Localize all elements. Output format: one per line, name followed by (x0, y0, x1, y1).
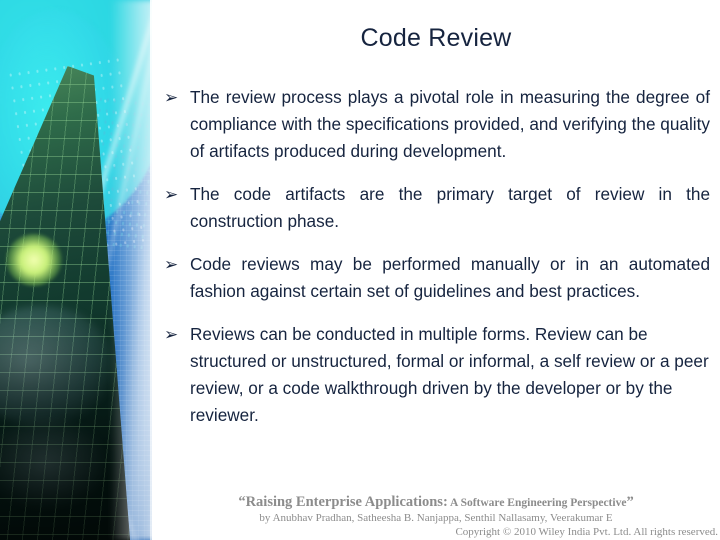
bullet-item: ➢ The code artifacts are the primary tar… (162, 181, 710, 235)
footer-authors: by Anubhav Pradhan, Satheesha B. Nanjapp… (259, 512, 613, 524)
artwork-edge-divider (150, 0, 152, 540)
footer-book-title: “Raising Enterprise Applications: A Soft… (152, 494, 720, 511)
presentation-slide: Code Review ➢ The review process plays a… (0, 0, 720, 540)
slide-body-bullet-list: ➢ The review process plays a pivotal rol… (162, 84, 710, 445)
footer-quote-close: ” (626, 494, 634, 510)
bullet-text: The review process plays a pivotal role … (190, 87, 710, 161)
arrow-bullet-icon: ➢ (164, 325, 179, 344)
artwork-edge-glow (110, 0, 152, 540)
footer-copyright: Copyright © 2010 Wiley India Pvt. Ltd. A… (455, 526, 718, 538)
bullet-item: ➢ The review process plays a pivotal rol… (162, 84, 710, 165)
slide-footer-credits: “Raising Enterprise Applications: A Soft… (152, 494, 720, 539)
artwork-sun-reflection (6, 234, 62, 286)
footer-book-title-main: Raising Enterprise Applications: (245, 494, 448, 510)
slide-title: Code Review (360, 24, 512, 52)
footer-quote-open: “ (238, 494, 246, 510)
arrow-bullet-icon: ➢ (164, 88, 179, 107)
bullet-text: Code reviews may be performed manually o… (190, 254, 710, 301)
arrow-bullet-icon: ➢ (164, 185, 179, 204)
bullet-item: ➢ Reviews can be conducted in multiple f… (162, 321, 710, 429)
slide-artwork-panel (0, 0, 152, 540)
arrow-bullet-icon: ➢ (164, 255, 179, 274)
bullet-text: Reviews can be conducted in multiple for… (190, 324, 709, 425)
footer-book-subtitle: A Software Engineering Perspective (447, 497, 627, 509)
bullet-item: ➢ Code reviews may be performed manually… (162, 251, 710, 305)
bullet-text: The code artifacts are the primary targe… (190, 184, 710, 231)
